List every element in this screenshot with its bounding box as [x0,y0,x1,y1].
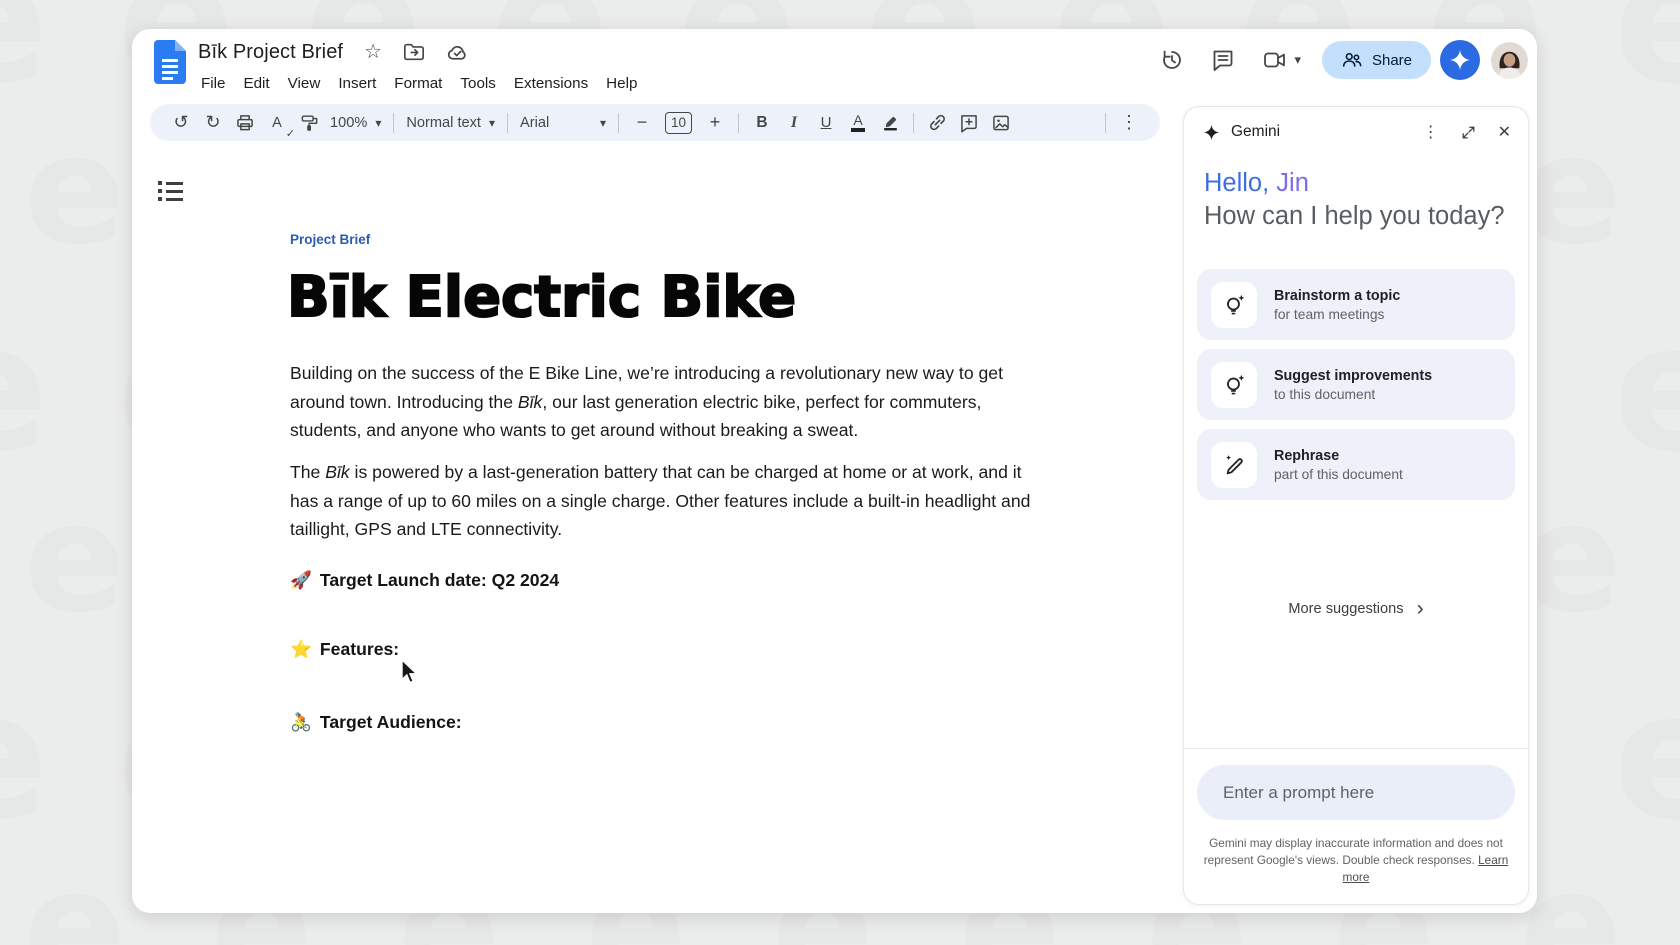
gemini-spark-icon [1449,49,1471,71]
undo-button[interactable]: ↺ [170,110,192,136]
google-docs-icon[interactable] [154,40,186,84]
join-call-control[interactable]: ▾ [1262,48,1301,72]
caret-down-icon: ▾ [375,116,381,130]
text-color-button[interactable]: A [847,110,869,136]
cloud-saved-icon[interactable] [446,41,469,64]
gemini-disclaimer: Gemini may display inaccurate informatio… [1197,835,1515,886]
doc-heading: Bīk Electric Bike [287,265,796,330]
zoom-select[interactable]: 100% ▾ [330,115,381,131]
more-suggestions-link[interactable]: More suggestions › [1184,601,1528,617]
share-button[interactable]: Share [1322,41,1431,79]
print-button[interactable] [234,110,256,136]
pen-spark-icon [1211,442,1257,488]
chevron-right-icon: › [1417,602,1424,616]
greeting-hello: Hello, [1204,169,1269,197]
menu-insert[interactable]: Insert [329,75,385,92]
move-folder-icon[interactable] [403,41,425,63]
doc-paragraph-1: Building on the success of the E Bike Li… [290,359,1038,445]
people-icon [1341,49,1363,71]
gemini-panel: Gemini ⋮ ✕ Hello, Jin How can I help you… [1183,106,1529,905]
greeting-question: How can I help you today? [1204,200,1505,233]
document-title[interactable]: Bīk Project Brief [198,41,343,64]
menu-help[interactable]: Help [597,75,646,92]
menu-edit[interactable]: Edit [234,75,278,92]
suggestion-title: Brainstorm a topic [1274,288,1400,304]
share-label: Share [1372,52,1412,69]
doc-eyebrow-label: Project Brief [290,232,370,247]
suggestion-title: Suggest improvements [1274,368,1432,384]
caret-down-icon: ▾ [489,116,495,130]
version-history-icon[interactable] [1160,48,1184,72]
app-window: Bīk Project Brief ☆ File Edit View Inser… [132,29,1537,913]
italic-button[interactable]: I [783,110,805,136]
gemini-panel-title: Gemini [1231,123,1280,141]
add-comment-button[interactable] [958,110,980,136]
video-call-icon [1262,48,1287,72]
caret-down-icon: ▾ [600,116,606,130]
lightbulb-spark-icon [1211,282,1257,328]
check-icon: ✓ [286,127,295,140]
suggestion-rephrase[interactable]: Rephrase part of this document [1197,429,1515,500]
toolbar: ↺ ↻ A✓ 100% ▾ Normal text ▾ [150,104,1160,141]
cyclist-emoji: 🚴 [290,713,312,733]
gemini-button[interactable] [1440,40,1480,80]
mouse-cursor [400,659,419,685]
highlight-color-button[interactable] [879,110,901,136]
rocket-emoji: 🚀 [290,571,312,591]
underline-button[interactable]: U [815,110,837,136]
toolbar-more-button[interactable]: ⋮ [1118,110,1140,136]
doc-audience-line: 🚴Target Audience: [290,712,462,733]
suggestion-brainstorm[interactable]: Brainstorm a topic for team meetings [1197,269,1515,340]
menubar: File Edit View Insert Format Tools Exten… [192,70,646,96]
caret-down-icon[interactable]: ▾ [1294,52,1301,68]
redo-button[interactable]: ↻ [202,110,224,136]
paint-format-button[interactable] [298,110,320,136]
suggestion-subtitle: to this document [1274,387,1432,402]
font-size-input[interactable]: 10 [665,112,692,134]
expand-icon[interactable] [1461,125,1476,140]
increase-font-size-button[interactable]: + [704,110,726,136]
document-outline-button[interactable] [158,181,186,205]
insert-link-button[interactable] [926,110,948,136]
gemini-spark-icon [1203,124,1220,141]
greeting-name: Jin [1269,169,1309,197]
menu-file[interactable]: File [192,75,234,92]
decrease-font-size-button[interactable]: − [631,110,653,136]
gemini-menu-button[interactable]: ⋮ [1423,122,1439,142]
gemini-greeting: Hello, Jin How can I help you today? [1204,167,1505,233]
prompt-pill[interactable] [1197,765,1515,820]
suggestion-subtitle: part of this document [1274,467,1403,482]
menu-view[interactable]: View [279,75,330,92]
menu-extensions[interactable]: Extensions [505,75,597,92]
doc-launch-line: 🚀Target Launch date: Q2 2024 [290,570,559,591]
star-emoji: ⭐ [290,640,312,660]
bold-button[interactable]: B [751,110,773,136]
insert-image-button[interactable] [990,110,1012,136]
suggestion-subtitle: for team meetings [1274,307,1400,322]
close-icon[interactable]: ✕ [1498,122,1511,142]
paragraph-style-select[interactable]: Normal text ▾ [406,115,495,131]
user-avatar[interactable] [1491,42,1528,79]
spellcheck-button[interactable]: A✓ [266,110,288,136]
menu-format[interactable]: Format [385,75,451,92]
suggestion-title: Rephrase [1274,448,1403,464]
suggestion-improvements[interactable]: Suggest improvements to this document [1197,349,1515,420]
doc-paragraph-2: The Bīk is powered by a last-generation … [290,458,1038,544]
doc-features-line: ⭐Features: [290,639,399,660]
lightbulb-spark-icon [1211,362,1257,408]
font-select[interactable]: Arial ▾ [520,115,606,131]
comments-icon[interactable] [1211,48,1235,72]
star-icon[interactable]: ☆ [364,42,382,62]
prompt-input[interactable] [1197,783,1515,803]
menu-tools[interactable]: Tools [451,75,504,92]
